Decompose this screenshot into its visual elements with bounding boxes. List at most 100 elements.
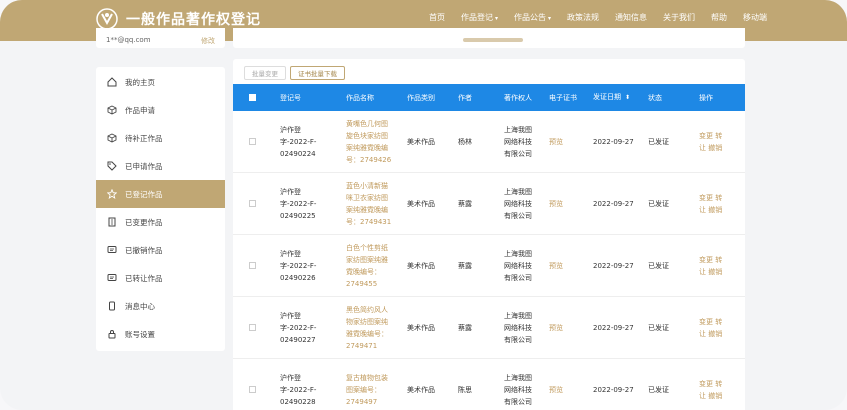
row-select-cell[interactable] xyxy=(233,262,280,269)
cell-reg: 沪作登 字-2022-F- 02490228 xyxy=(280,373,317,406)
header-owner: 著作权人 xyxy=(504,93,532,102)
sidebar-item-5[interactable]: 已变更作品 xyxy=(96,208,225,236)
nav-item-6[interactable]: 帮助 xyxy=(711,12,727,23)
profile-edit-link[interactable]: 修改 xyxy=(201,36,215,46)
sidebar-item-2[interactable]: 待补正作品 xyxy=(96,124,225,152)
cell-actions[interactable]: 变更 转 让 撤销 xyxy=(699,254,745,278)
batch-download-button[interactable]: 证书批量下载 xyxy=(290,66,345,80)
cell-reg: 沪作登 字-2022-F- 02490224 xyxy=(280,125,317,158)
row-checkbox[interactable] xyxy=(249,138,256,145)
cell-name[interactable]: 白色个性剪纸 家纺图案纯雅 霓晚编号： 2749455 xyxy=(346,242,407,290)
works-table: 登记号 作品名称 作品类别 作者 著作权人 电子证书 发证日期 ⬍ 状态 操作 沪… xyxy=(233,84,745,410)
sidebar-item-4[interactable]: 已登记作品 xyxy=(96,180,225,208)
cell-actions[interactable]: 变更 转 让 撤销 xyxy=(699,378,745,402)
cell-status: 已发证 xyxy=(648,199,669,208)
cell-actions[interactable]: 变更 转 让 撤销 xyxy=(699,192,745,216)
table-body: 沪作登 字-2022-F- 02490224 黄嘴色几何图 旋色块家纺图 案纯雅霓… xyxy=(233,111,745,410)
sidebar-item-label: 已变更作品 xyxy=(125,217,163,227)
select-all-cell[interactable] xyxy=(233,94,280,101)
cell-cert-preview-link[interactable]: 预览 xyxy=(549,384,593,396)
sidebar-item-label: 账号设置 xyxy=(125,329,155,339)
cell-category: 美术作品 xyxy=(407,385,435,394)
header-cert: 电子证书 xyxy=(549,93,577,102)
cell-cert-preview-link[interactable]: 预览 xyxy=(549,260,593,272)
cell-category: 美术作品 xyxy=(407,199,435,208)
nav-item-2[interactable]: 作品公告 ▾ xyxy=(514,12,551,23)
cell-owner: 上海我图 网络科技 有限公司 xyxy=(504,311,532,344)
cell-actions[interactable]: 变更 转 让 撤销 xyxy=(699,130,745,154)
cell-status: 已发证 xyxy=(648,137,669,146)
sidebar-item-label: 我的主页 xyxy=(125,77,155,87)
table-row: 沪作登 字-2022-F- 02490228 复古植物包装 图案编号： 27494… xyxy=(233,359,745,410)
cell-status: 已发证 xyxy=(648,323,669,332)
header-reg: 登记号 xyxy=(280,93,301,102)
sort-icon[interactable]: ⬍ xyxy=(625,94,630,101)
nav-item-label: 移动端 xyxy=(743,13,767,22)
brand-logo[interactable]: 一般作品著作权登记 xyxy=(96,8,261,30)
cell-reg: 沪作登 字-2022-F- 02490226 xyxy=(280,249,317,282)
row-checkbox[interactable] xyxy=(249,386,256,393)
row-select-cell[interactable] xyxy=(233,138,280,145)
nav-item-label: 首页 xyxy=(428,13,445,22)
batch-transfer-button[interactable]: 批量变更 xyxy=(244,66,286,80)
header-date-label: 发证日期 xyxy=(593,93,621,101)
sidebar-item-9[interactable]: 账号设置 xyxy=(96,320,225,348)
sidebar-item-7[interactable]: 已转让作品 xyxy=(96,264,225,292)
cell-name[interactable]: 黄嘴色几何图 旋色块家纺图 案纯雅霓晚编 号：2749426 xyxy=(346,118,407,166)
brand-mark-icon xyxy=(96,8,118,30)
cell-cert-preview-link[interactable]: 预览 xyxy=(549,136,593,148)
action-bar: 批量变更 证书批量下载 xyxy=(244,66,349,80)
star-icon xyxy=(107,189,117,199)
cell-cert-preview-link[interactable]: 预览 xyxy=(549,198,593,210)
nav-item-5[interactable]: 关于我们 xyxy=(663,12,695,23)
profile-email: 1**@qq.com xyxy=(106,36,151,44)
brand-title: 一般作品著作权登记 xyxy=(126,12,261,28)
message-icon xyxy=(107,273,117,283)
row-select-cell[interactable] xyxy=(233,324,280,331)
row-select-cell[interactable] xyxy=(233,386,280,393)
cell-reg: 沪作登 字-2022-F- 02490227 xyxy=(280,311,317,344)
cell-cert-preview-link[interactable]: 预览 xyxy=(549,322,593,334)
row-select-cell[interactable] xyxy=(233,200,280,207)
nav-item-label: 关于我们 xyxy=(663,13,695,22)
row-checkbox[interactable] xyxy=(249,324,256,331)
cell-date: 2022-09-27 xyxy=(593,137,634,146)
sidebar-item-8[interactable]: 消息中心 xyxy=(96,292,225,320)
nav-item-0[interactable]: 首页 xyxy=(429,12,445,23)
cell-owner: 上海我图 网络科技 有限公司 xyxy=(504,125,532,158)
sidebar: 我的主页作品申请待补正作品已申请作品 已登记作品已变更作品已撤销作品 已转让作品 消息… xyxy=(96,67,225,351)
row-checkbox[interactable] xyxy=(249,200,256,207)
cell-status: 已发证 xyxy=(648,385,669,394)
header-date[interactable]: 发证日期 ⬍ xyxy=(593,91,648,104)
cell-name[interactable]: 复古植物包装 图案编号： 2749497 xyxy=(346,372,407,408)
sidebar-item-1[interactable]: 作品申请 xyxy=(96,96,225,124)
cell-author: 陈思 xyxy=(458,385,472,394)
sidebar-item-label: 待补正作品 xyxy=(125,133,163,143)
cell-category: 美术作品 xyxy=(407,261,435,270)
app-frame: 一般作品著作权登记 首页 作品登记 ▾ 作品公告 ▾ 政策法规 通知信息 关于我们 帮助 移动端 … xyxy=(0,0,847,410)
nav-item-label: 作品公告 xyxy=(513,13,546,22)
row-checkbox[interactable] xyxy=(249,262,256,269)
select-all-checkbox[interactable] xyxy=(249,94,256,101)
nav-item-label: 帮助 xyxy=(711,13,727,22)
table-row: 沪作登 字-2022-F- 02490226 白色个性剪纸 家纺图案纯雅 霓晚编号… xyxy=(233,235,745,297)
sidebar-item-6[interactable]: 已撤销作品 xyxy=(96,236,225,264)
sidebar-item-0[interactable]: 我的主页 xyxy=(96,68,225,96)
cell-owner: 上海我图 网络科技 有限公司 xyxy=(504,187,532,220)
nav-item-7[interactable]: 移动端 xyxy=(743,12,767,23)
nav-item-4[interactable]: 通知信息 xyxy=(615,12,647,23)
nav-item-label: 作品登记 xyxy=(460,13,493,22)
main-panel: 批量变更 证书批量下载 登记号 作品名称 作品类别 作者 著作权人 电子证书 发… xyxy=(233,59,745,410)
nav-item-3[interactable]: 政策法规 xyxy=(567,12,599,23)
cell-author: 蔡露 xyxy=(458,199,472,208)
top-card-bar xyxy=(463,38,523,42)
header-op: 操作 xyxy=(699,93,713,102)
cell-name[interactable]: 黑色简约风人 物家纺图案纯 雅霓晚编号： 2749471 xyxy=(346,304,407,352)
lock-icon xyxy=(107,329,117,339)
cell-category: 美术作品 xyxy=(407,323,435,332)
nav-item-1[interactable]: 作品登记 ▾ xyxy=(461,12,498,23)
phone-icon xyxy=(107,301,117,311)
sidebar-item-3[interactable]: 已申请作品 xyxy=(96,152,225,180)
cell-actions[interactable]: 变更 转 让 撤销 xyxy=(699,316,745,340)
cell-name[interactable]: 蓝色小清新猫 咪卫衣家纺图 案纯雅霓晚编 号：2749431 xyxy=(346,180,407,228)
